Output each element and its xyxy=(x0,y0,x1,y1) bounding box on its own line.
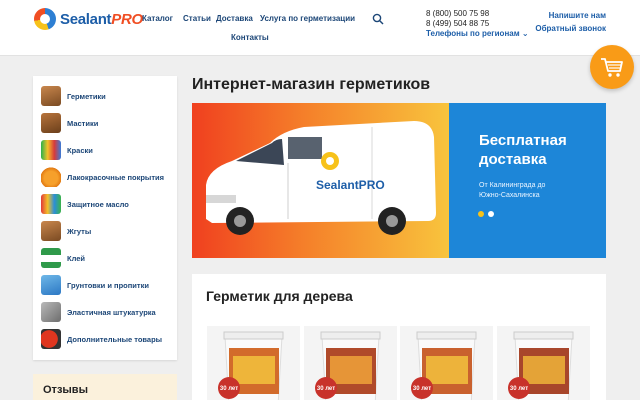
van-logo-text: SealantPRO xyxy=(316,178,385,192)
van-illustration: SealantPRO xyxy=(206,121,436,235)
sealant-bucket-image: 30 лет xyxy=(411,331,477,400)
product-card[interactable]: 30 лет xyxy=(207,326,300,400)
sidebar-item-sealants[interactable]: Герметики xyxy=(41,85,106,107)
warranty-badge: 30 лет xyxy=(413,386,431,392)
banner-image: SealantPRO xyxy=(192,103,449,258)
sidebar-item-primers[interactable]: Грунтовки и пропитки xyxy=(41,274,149,296)
roller-icon xyxy=(41,275,61,295)
warranty-badge: 30 лет xyxy=(510,386,528,392)
sidebar-item-extra-goods[interactable]: Дополнительные товары xyxy=(41,328,162,350)
spray-gun-icon xyxy=(41,329,61,349)
sidebar-item-elastic-plaster[interactable]: Эластичная штукатурка xyxy=(41,301,156,323)
regions-dropdown[interactable]: Телефоны по регионам ⌄ xyxy=(426,29,529,39)
banner-headline: Бесплатная доставка xyxy=(479,132,567,168)
site-header: SealantPRO Каталог Статьи Доставка Услуг… xyxy=(0,0,640,56)
product-card[interactable]: 30 лет xyxy=(497,326,590,400)
house-icon xyxy=(41,86,61,106)
sidebar-item-glue[interactable]: Клей xyxy=(41,247,85,269)
reviews-title: Отзывы xyxy=(43,384,88,396)
nav-catalog[interactable]: Каталог xyxy=(142,14,173,23)
nav-articles[interactable]: Статьи xyxy=(183,14,211,23)
house-icon xyxy=(41,221,61,241)
sidebar-item-coatings[interactable]: Лакокрасочные покрытия xyxy=(41,166,164,188)
section-title: Герметик для дерева xyxy=(206,288,353,304)
category-sidebar: Герметики Мастики Краски Лакокрасочные п… xyxy=(33,76,177,360)
product-section: Герметик для дерева 30 лет 30 лет 30 лет… xyxy=(192,274,606,400)
sealant-bucket-image: 30 лет xyxy=(315,331,381,400)
site-logo[interactable]: SealantPRO xyxy=(34,8,143,30)
sealant-bucket-image: 30 лет xyxy=(508,331,574,400)
sidebar-item-protective-oil[interactable]: Защитное масло xyxy=(41,193,129,215)
contact-links: Напишите нам Обратный звонок xyxy=(535,9,606,35)
promo-banner[interactable]: SealantPRO Бесплатная доставка От Калини… xyxy=(192,103,606,258)
product-card[interactable]: 30 лет xyxy=(400,326,493,400)
product-card[interactable]: 30 лет xyxy=(304,326,397,400)
warranty-badge: 30 лет xyxy=(220,386,238,392)
page-title: Интернет-магазин герметиков xyxy=(192,76,431,93)
phone-number[interactable]: 8 (800) 500 75 98 xyxy=(426,9,529,19)
reviews-panel: Отзывы xyxy=(33,374,177,400)
logo-text: SealantPRO xyxy=(60,10,143,28)
phone-number[interactable]: 8 (499) 504 88 75 xyxy=(426,19,529,29)
warranty-badge: 30 лет xyxy=(317,386,335,392)
slider-dot[interactable] xyxy=(488,211,494,217)
callback-link[interactable]: Обратный звонок xyxy=(535,22,606,35)
sidebar-item-mastics[interactable]: Мастики xyxy=(41,112,98,134)
search-icon[interactable] xyxy=(372,13,384,25)
glue-bottle-icon xyxy=(41,248,61,268)
nav-contacts[interactable]: Контакты xyxy=(231,33,269,42)
write-us-link[interactable]: Напишите нам xyxy=(535,9,606,22)
chevron-down-icon: ⌄ xyxy=(521,29,529,38)
sidebar-item-cords[interactable]: Жгуты xyxy=(41,220,91,242)
cart-button[interactable] xyxy=(590,45,634,89)
nav-delivery[interactable]: Доставка xyxy=(216,14,253,23)
slider-dot-active[interactable] xyxy=(478,211,484,217)
logo-icon xyxy=(34,8,56,30)
banner-text-panel: Бесплатная доставка От Калининграда до Ю… xyxy=(449,103,606,258)
nav-sealing-service[interactable]: Услуга по герметизации xyxy=(260,14,355,23)
house-icon xyxy=(41,113,61,133)
phone-block: 8 (800) 500 75 98 8 (499) 504 88 75 Теле… xyxy=(426,9,529,39)
sidebar-item-paints[interactable]: Краски xyxy=(41,139,93,161)
cart-icon xyxy=(601,58,623,77)
paint-can-icon xyxy=(41,167,61,187)
banner-subtitle: От Калининграда до Южно-Сахалинска xyxy=(479,182,546,199)
sealant-bucket-image: 30 лет xyxy=(218,331,284,400)
brushes-icon xyxy=(41,194,61,214)
trowel-icon xyxy=(41,302,61,322)
paint-brushes-icon xyxy=(41,140,61,160)
